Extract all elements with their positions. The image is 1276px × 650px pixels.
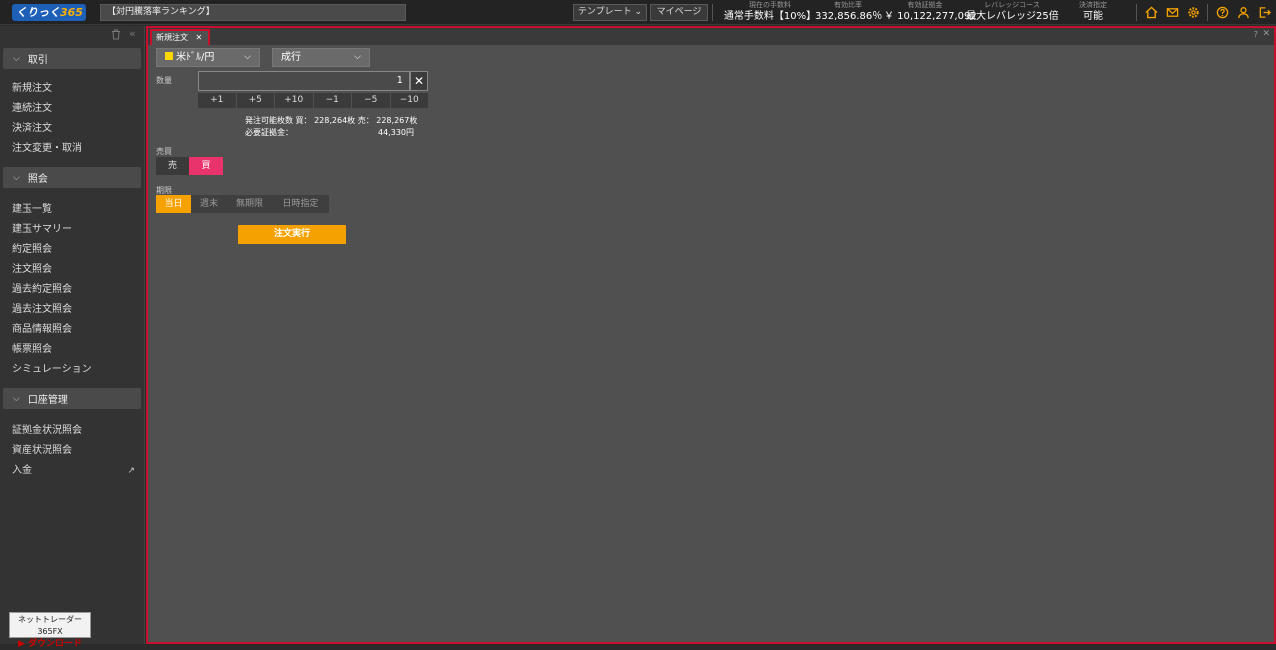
currency-pair-select[interactable]: 米ﾄﾞﾙ/円 ⌵ (156, 48, 260, 67)
gear-icon[interactable] (1186, 5, 1201, 20)
top-bar: くりっく365 【対円騰落率ランキング】 テンプレート ⌄ マイページ 現在の手… (0, 0, 1276, 25)
clear-quantity-button[interactable]: ✕ (410, 71, 428, 91)
external-link-icon: ↗ (127, 466, 135, 476)
period-weekend[interactable]: 週末 (191, 195, 227, 213)
sidebar-menu-item[interactable]: 入金 ↗ (0, 461, 144, 481)
fee-info: 現在の手数料 通常手数料【10%】 (723, 1, 817, 22)
step-plus-10[interactable]: +10 (275, 93, 314, 108)
help-icon[interactable] (1215, 5, 1230, 20)
sidebar-menu-item[interactable]: 過去注文照会 (0, 300, 144, 320)
available-quantity: 発注可能枚数 買： 228,264枚 売： 228,267枚 (245, 116, 418, 125)
help-icon[interactable]: ? (1254, 30, 1258, 39)
trash-icon[interactable] (111, 29, 121, 43)
sidebar-menu-item[interactable]: 資産状況照会 (0, 441, 144, 461)
collapse-icon[interactable]: « (129, 27, 136, 40)
leverage-course: レバレッジコース 最大レバレッジ25倍 (966, 1, 1059, 22)
close-icon[interactable]: ✕ (196, 33, 203, 42)
mypage-button[interactable]: マイページ (650, 4, 708, 21)
buy-button[interactable]: 買 (189, 157, 223, 175)
chevron-down-icon: ⌵ (13, 53, 20, 64)
download-button[interactable]: ネットトレーダー365FX ▶ ダウンロード (9, 612, 91, 649)
chevron-down-icon: ⌵ (13, 172, 20, 183)
section-header[interactable]: ⌵ 取引 (3, 48, 141, 69)
section-header[interactable]: ⌵ 照会 (3, 167, 141, 188)
sidebar-menu-item[interactable]: 建玉サマリー (0, 220, 144, 240)
chevron-down-icon: ⌵ (13, 393, 20, 404)
mail-icon[interactable] (1165, 5, 1180, 20)
order-type-select[interactable]: 成行 ⌵ (272, 48, 370, 67)
execute-order-button[interactable]: 注文実行 (238, 225, 346, 244)
pair-color-marker (165, 52, 173, 60)
home-icon[interactable] (1144, 5, 1159, 20)
settlement-spec: 決済指定 可能 (1079, 1, 1107, 22)
sidebar-menu-item[interactable]: 約定照会 (0, 240, 144, 260)
period-unlimited[interactable]: 無期限 (227, 195, 272, 213)
sidebar-menu-item[interactable]: 帳票照会 (0, 340, 144, 360)
effective-ratio: 有効比率 332,856.86％ (815, 1, 883, 22)
logout-icon[interactable] (1257, 5, 1272, 20)
logo[interactable]: くりっく365 (12, 4, 86, 21)
step-minus-10[interactable]: −10 (390, 93, 428, 108)
chevron-down-icon: ⌵ (354, 52, 361, 62)
sidebar-menu-item[interactable]: 建玉一覧 (0, 200, 144, 220)
main-panel: 新規注文 ✕ ? ✕ 米ﾄﾞﾙ/円 ⌵ 成行 ⌵ 数量 1 ✕ +1 +5 +10 … (146, 26, 1276, 644)
sidebar-menu-item[interactable]: 決済注文 (0, 119, 144, 139)
step-minus-5[interactable]: −5 (352, 93, 391, 108)
close-icon: ✕ (413, 74, 425, 88)
sidebar-header: « (0, 26, 144, 44)
quantity-input[interactable]: 1 (198, 71, 410, 91)
sidebar: « ⌵ 取引新規注文 連続注文 決済注文 注文変更・取消 ⌵ 照会建玉一覧 建玉サマリー 約定照… (0, 26, 145, 649)
chevron-down-icon: ⌵ (244, 52, 251, 62)
side-label: 売買 (156, 147, 172, 156)
template-button[interactable]: テンプレート ⌄ (573, 4, 647, 21)
sidebar-menu-item[interactable]: 証拠金状況照会 (0, 421, 144, 441)
effective-margin: 有効証拠金 ￥ 10,122,277,092 (884, 1, 977, 22)
sidebar-menu-item[interactable]: 商品情報照会 (0, 320, 144, 340)
sell-button[interactable]: 売 (156, 157, 189, 175)
quantity-label: 数量 (156, 76, 172, 85)
period-today[interactable]: 当日 (156, 195, 191, 213)
margin-label: 必要証拠金： (245, 128, 293, 137)
sidebar-menu-item[interactable]: 過去約定照会 (0, 280, 144, 300)
user-icon[interactable] (1236, 5, 1251, 20)
step-plus-5[interactable]: +5 (236, 93, 275, 108)
sidebar-menu-item[interactable]: 新規注文 (0, 79, 144, 99)
ranking-ticker[interactable]: 【対円騰落率ランキング】 (100, 4, 406, 21)
sidebar-menu-item[interactable]: 注文変更・取消 (0, 139, 144, 159)
tab-strip: 新規注文 ✕ ? ✕ (148, 28, 1274, 45)
close-panel-icon[interactable]: ✕ (1262, 29, 1270, 39)
section-header[interactable]: ⌵ 口座管理 (3, 388, 141, 409)
sidebar-menu-item[interactable]: シミュレーション (0, 360, 144, 380)
quantity-stepper: +1 +5 +10 −1 −5 −10 (198, 93, 428, 108)
margin-value: 44,330円 (378, 128, 414, 137)
step-plus-1[interactable]: +1 (198, 93, 237, 108)
period-datetime[interactable]: 日時指定 (272, 195, 329, 213)
step-minus-1[interactable]: −1 (313, 93, 352, 108)
sidebar-menu-item[interactable]: 連続注文 (0, 99, 144, 119)
play-icon: ▶ (17, 639, 25, 649)
sidebar-menu-item[interactable]: 注文照会 (0, 260, 144, 280)
tab-new-order[interactable]: 新規注文 ✕ (150, 29, 210, 45)
